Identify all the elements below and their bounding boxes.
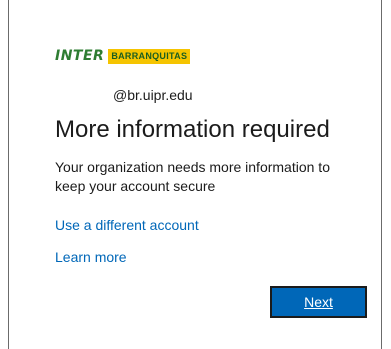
use-different-account-link[interactable]: Use a different account bbox=[55, 217, 199, 233]
logo-campus-tag: BARRANQUITAS bbox=[108, 48, 191, 64]
learn-more-link[interactable]: Learn more bbox=[55, 249, 127, 265]
next-button[interactable]: Next bbox=[270, 286, 367, 318]
organization-logo: INTER BARRANQUITAS bbox=[55, 48, 191, 64]
sign-in-dialog: INTER BARRANQUITAS @br.uipr.edu More inf… bbox=[8, 0, 382, 349]
logo-brand-word: INTER bbox=[55, 48, 105, 64]
account-email: @br.uipr.edu bbox=[113, 87, 193, 103]
page-title: More information required bbox=[55, 116, 330, 143]
info-message: Your organization needs more information… bbox=[55, 159, 330, 194]
